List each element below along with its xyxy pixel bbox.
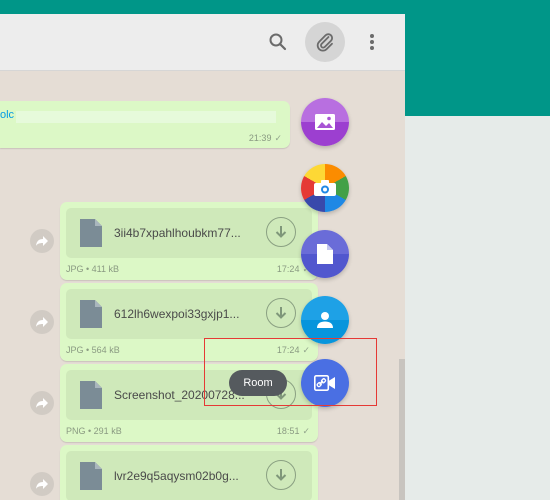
forward-icon — [36, 236, 48, 246]
download-icon — [275, 469, 287, 481]
forward-icon — [36, 317, 48, 327]
file-icon — [80, 219, 102, 247]
download-button[interactable] — [266, 217, 296, 247]
forward-button[interactable] — [30, 229, 54, 253]
forward-button[interactable] — [30, 391, 54, 415]
more-vertical-icon — [370, 34, 374, 50]
file-message-bubble[interactable]: lvr2e9q5aqysm02b0g... — [60, 445, 318, 500]
link-text[interactable]: olc — [0, 109, 14, 121]
forward-icon — [36, 479, 48, 489]
menu-button[interactable] — [352, 22, 392, 62]
attach-contact-button[interactable] — [301, 296, 349, 344]
file-icon — [80, 300, 102, 328]
forward-button[interactable] — [30, 310, 54, 334]
message-time: 18:51 ✓ — [276, 426, 310, 436]
file-card[interactable]: lvr2e9q5aqysm02b0g... — [66, 451, 312, 500]
background-area — [405, 116, 550, 500]
chat-header — [0, 14, 405, 71]
forward-button[interactable] — [30, 472, 54, 496]
file-card[interactable]: 3ii4b7xpahlhoubkm77... — [66, 208, 312, 258]
attach-button[interactable] — [305, 22, 345, 62]
attach-document-button[interactable] — [301, 230, 349, 278]
search-button[interactable] — [258, 22, 298, 62]
annotation-highlight-box — [204, 338, 377, 406]
download-icon — [275, 226, 287, 238]
camera-icon — [314, 180, 336, 196]
chat-panel: olc 21:39✓ /a 3ii4b7xpahlhoubkm77... JPG… — [0, 14, 405, 500]
file-icon — [80, 381, 102, 409]
attach-camera-button[interactable] — [301, 164, 349, 212]
scrollbar[interactable] — [399, 359, 405, 500]
file-icon — [80, 462, 102, 490]
contact-icon — [317, 312, 333, 328]
file-meta: PNG • 291 kB — [66, 426, 122, 436]
file-card[interactable]: 612lh6wexpoi33gxjp1... — [66, 289, 312, 339]
download-button[interactable] — [266, 298, 296, 328]
attach-photos-videos-button[interactable] — [301, 98, 349, 146]
document-icon — [317, 244, 333, 264]
paperclip-icon — [316, 33, 334, 52]
forward-icon — [36, 398, 48, 408]
file-name: 612lh6wexpoi33gxjp1... — [114, 307, 240, 321]
file-name: lvr2e9q5aqysm02b0g... — [114, 469, 239, 483]
file-meta: JPG • 411 kB — [66, 264, 120, 274]
file-message-bubble[interactable]: 3ii4b7xpahlhoubkm77... JPG • 411 kB 17:2… — [60, 202, 318, 280]
file-meta: JPG • 564 kB — [66, 345, 120, 355]
link-message-bubble[interactable]: olc 21:39 ✓ — [0, 101, 290, 148]
download-icon — [275, 307, 287, 319]
redacted-link — [16, 111, 276, 123]
file-name: 3ii4b7xpahlhoubkm77... — [114, 226, 241, 240]
message-time: 21:39 ✓ — [248, 133, 282, 143]
search-icon — [269, 33, 287, 51]
download-button[interactable] — [266, 460, 296, 490]
image-icon — [315, 114, 335, 130]
